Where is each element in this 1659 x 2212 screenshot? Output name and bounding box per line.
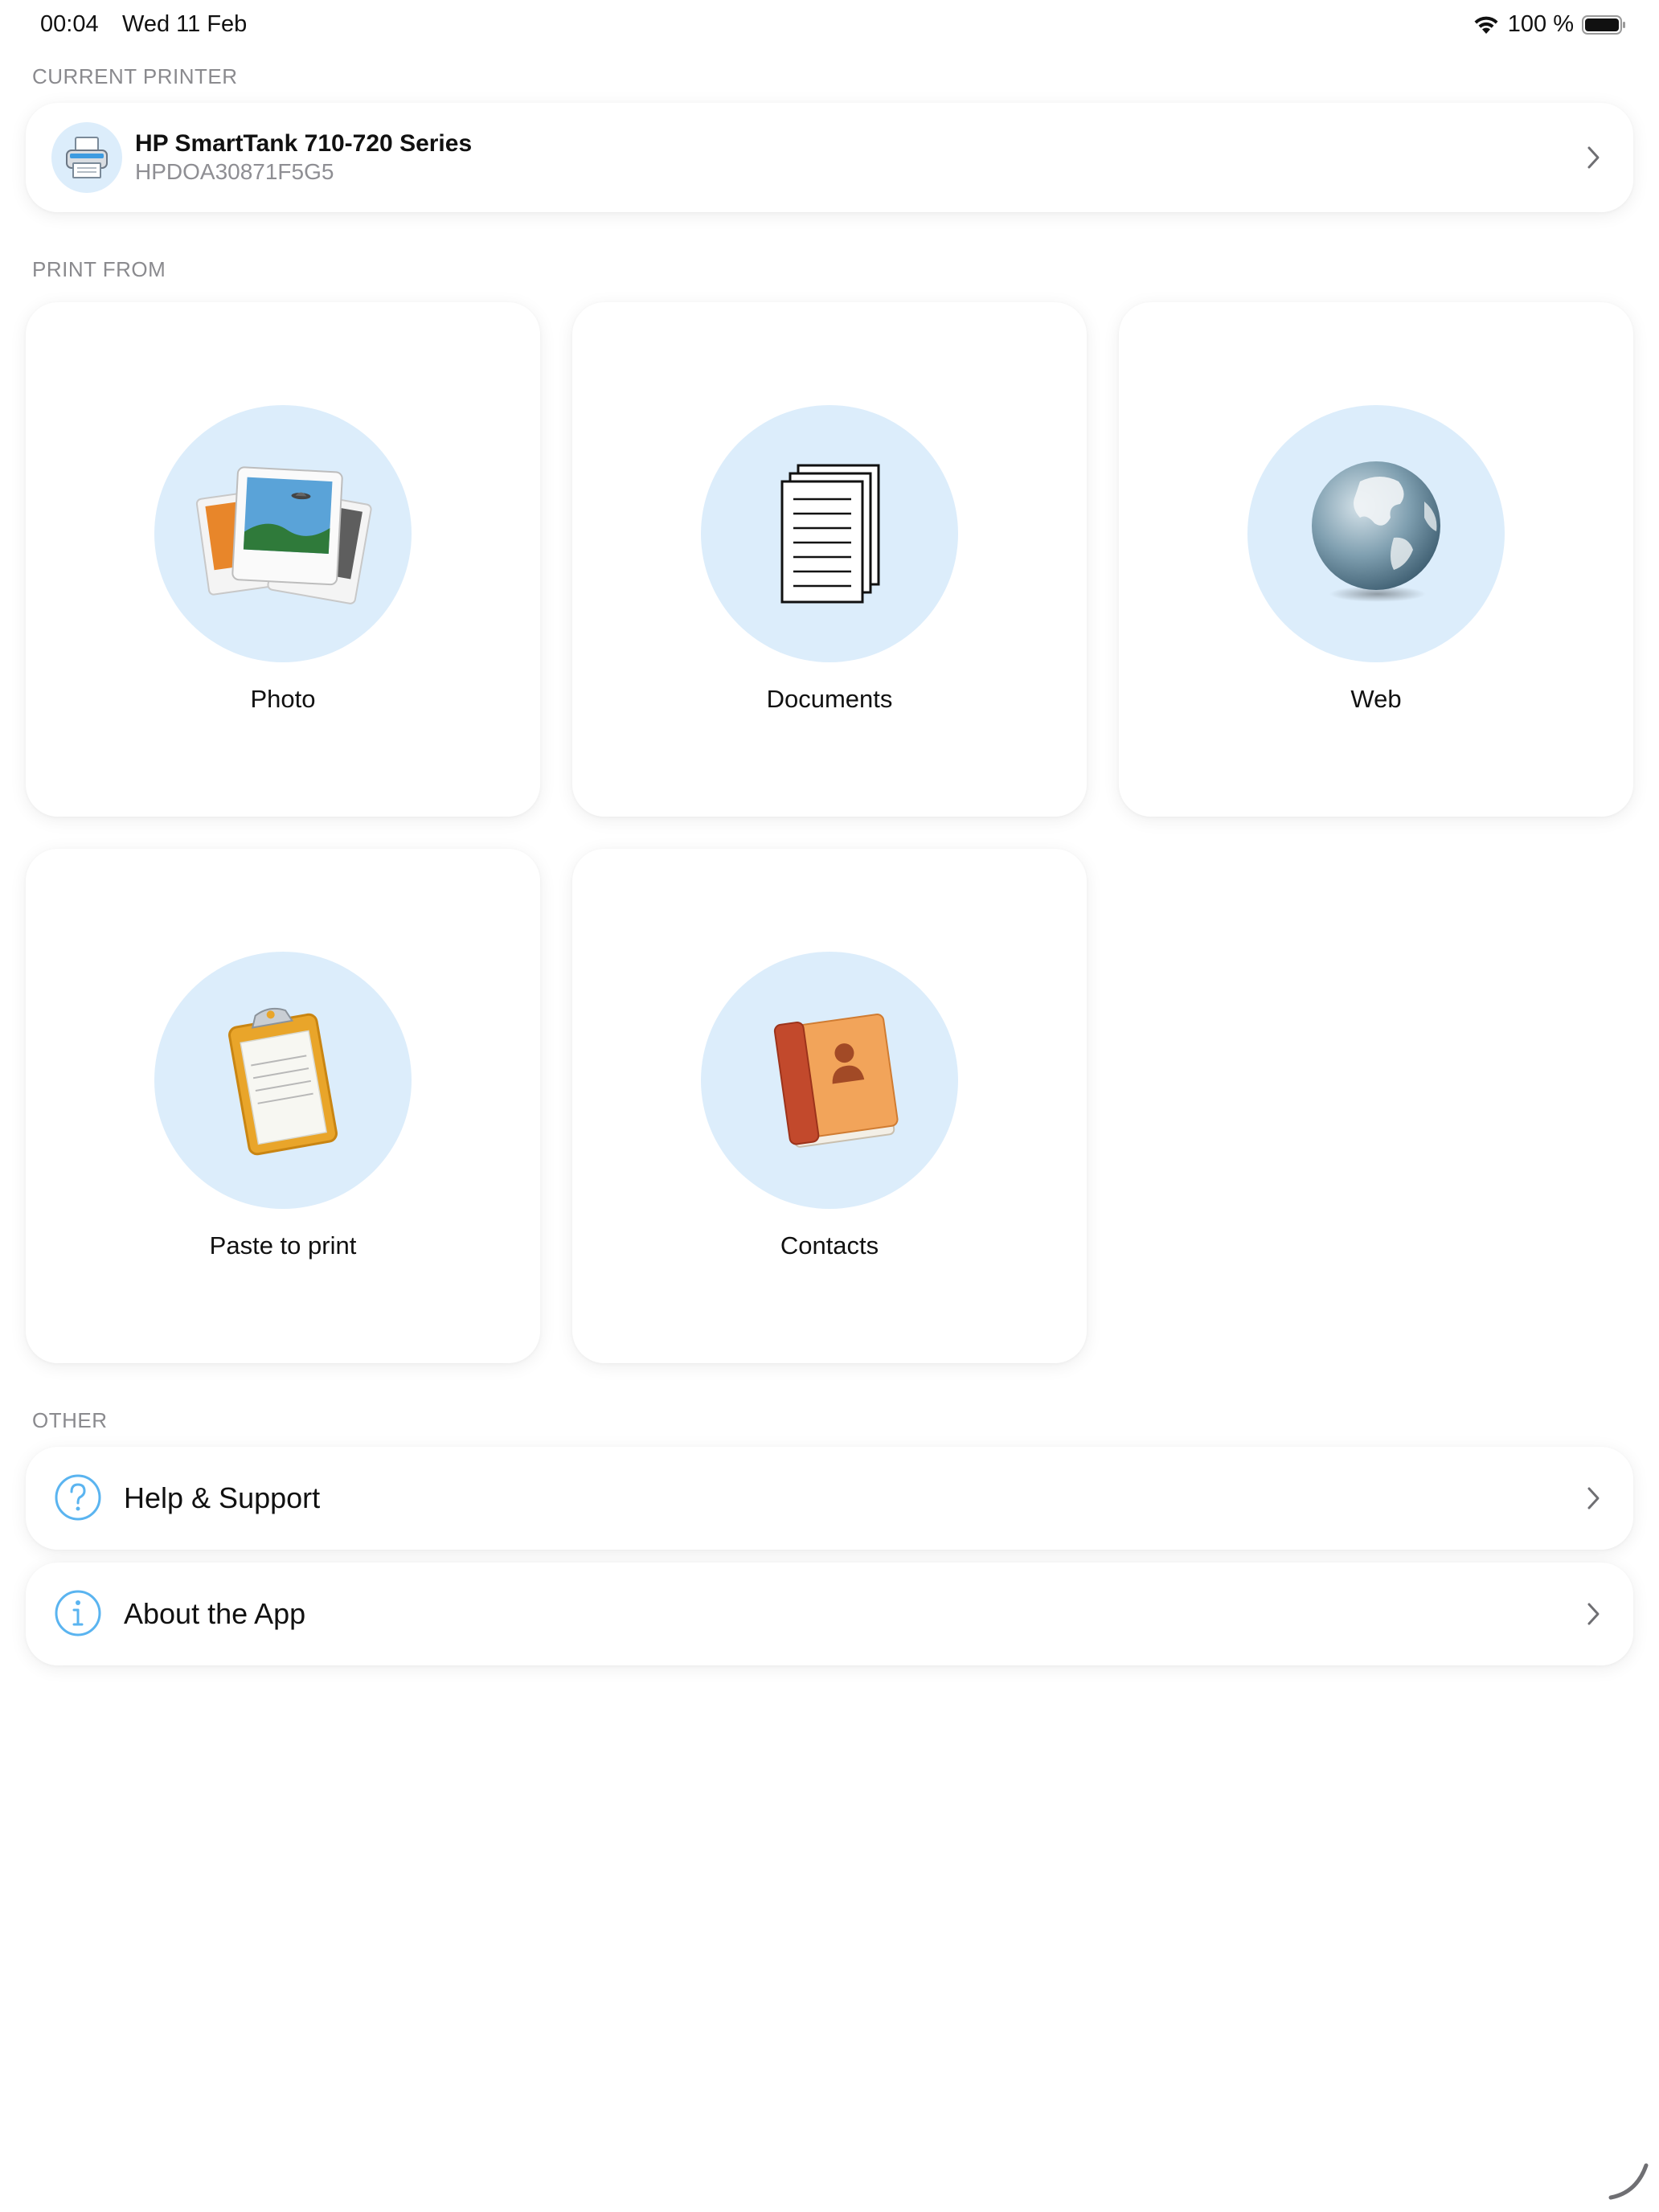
current-printer-row[interactable]: HP SmartTank 710-720 Series HPDOA30871F5…	[26, 103, 1633, 212]
status-date: Wed 11 Feb	[122, 11, 248, 37]
tile-label-paste: Paste to print	[209, 1231, 357, 1260]
tile-label-web: Web	[1350, 685, 1402, 713]
print-from-paste-tile[interactable]: Paste to print	[26, 849, 540, 1363]
status-time: 00:04	[40, 11, 99, 37]
help-support-row[interactable]: Help & Support	[26, 1447, 1633, 1550]
tile-label-contacts: Contacts	[780, 1231, 879, 1260]
status-indicators: 100 %	[1473, 11, 1627, 38]
clipboard-icon	[228, 1007, 338, 1156]
printer-avatar	[51, 122, 122, 193]
web-icon-circle	[1247, 405, 1505, 662]
printer-id: HPDOA30871F5G5	[135, 159, 334, 184]
documents-icon-circle	[701, 405, 958, 662]
question-circle-icon	[55, 1474, 101, 1521]
chevron-right-icon	[1587, 146, 1600, 169]
about-app-label: About the App	[124, 1597, 306, 1630]
printer-name: HP SmartTank 710-720 Series	[135, 130, 473, 157]
print-from-photo-tile[interactable]: Photo	[26, 302, 540, 817]
about-app-row[interactable]: About the App	[26, 1563, 1633, 1665]
info-circle-icon	[55, 1590, 101, 1636]
section-header-other: OTHER	[32, 1408, 108, 1432]
battery-percentage: 100 %	[1507, 11, 1574, 37]
help-support-label: Help & Support	[124, 1481, 321, 1514]
home-indicator-icon	[1608, 2163, 1649, 2200]
paste-icon-circle	[154, 952, 412, 1209]
chevron-right-icon	[1587, 1487, 1600, 1509]
wifi-icon	[1474, 16, 1498, 34]
print-from-contacts-tile[interactable]: Contacts	[572, 849, 1087, 1363]
contacts-icon-circle	[701, 952, 958, 1209]
printer-icon	[66, 137, 108, 178]
print-from-web-tile[interactable]: Web	[1119, 302, 1633, 817]
documents-icon	[780, 464, 880, 604]
tile-label-documents: Documents	[766, 685, 893, 713]
chevron-right-icon	[1587, 1603, 1600, 1625]
photo-icon-circle	[154, 405, 412, 662]
section-header-current-printer: CURRENT PRINTER	[32, 64, 238, 88]
section-header-print-from: PRINT FROM	[32, 257, 166, 281]
photo-icon	[195, 466, 372, 604]
contacts-book-icon	[773, 1014, 899, 1148]
battery-icon	[1582, 14, 1625, 35]
status-bar: 00:04 Wed 11 Feb 100 %	[40, 11, 1627, 43]
globe-icon	[1312, 461, 1440, 602]
print-from-documents-tile[interactable]: Documents	[572, 302, 1087, 817]
tile-label-photo: Photo	[250, 685, 316, 713]
